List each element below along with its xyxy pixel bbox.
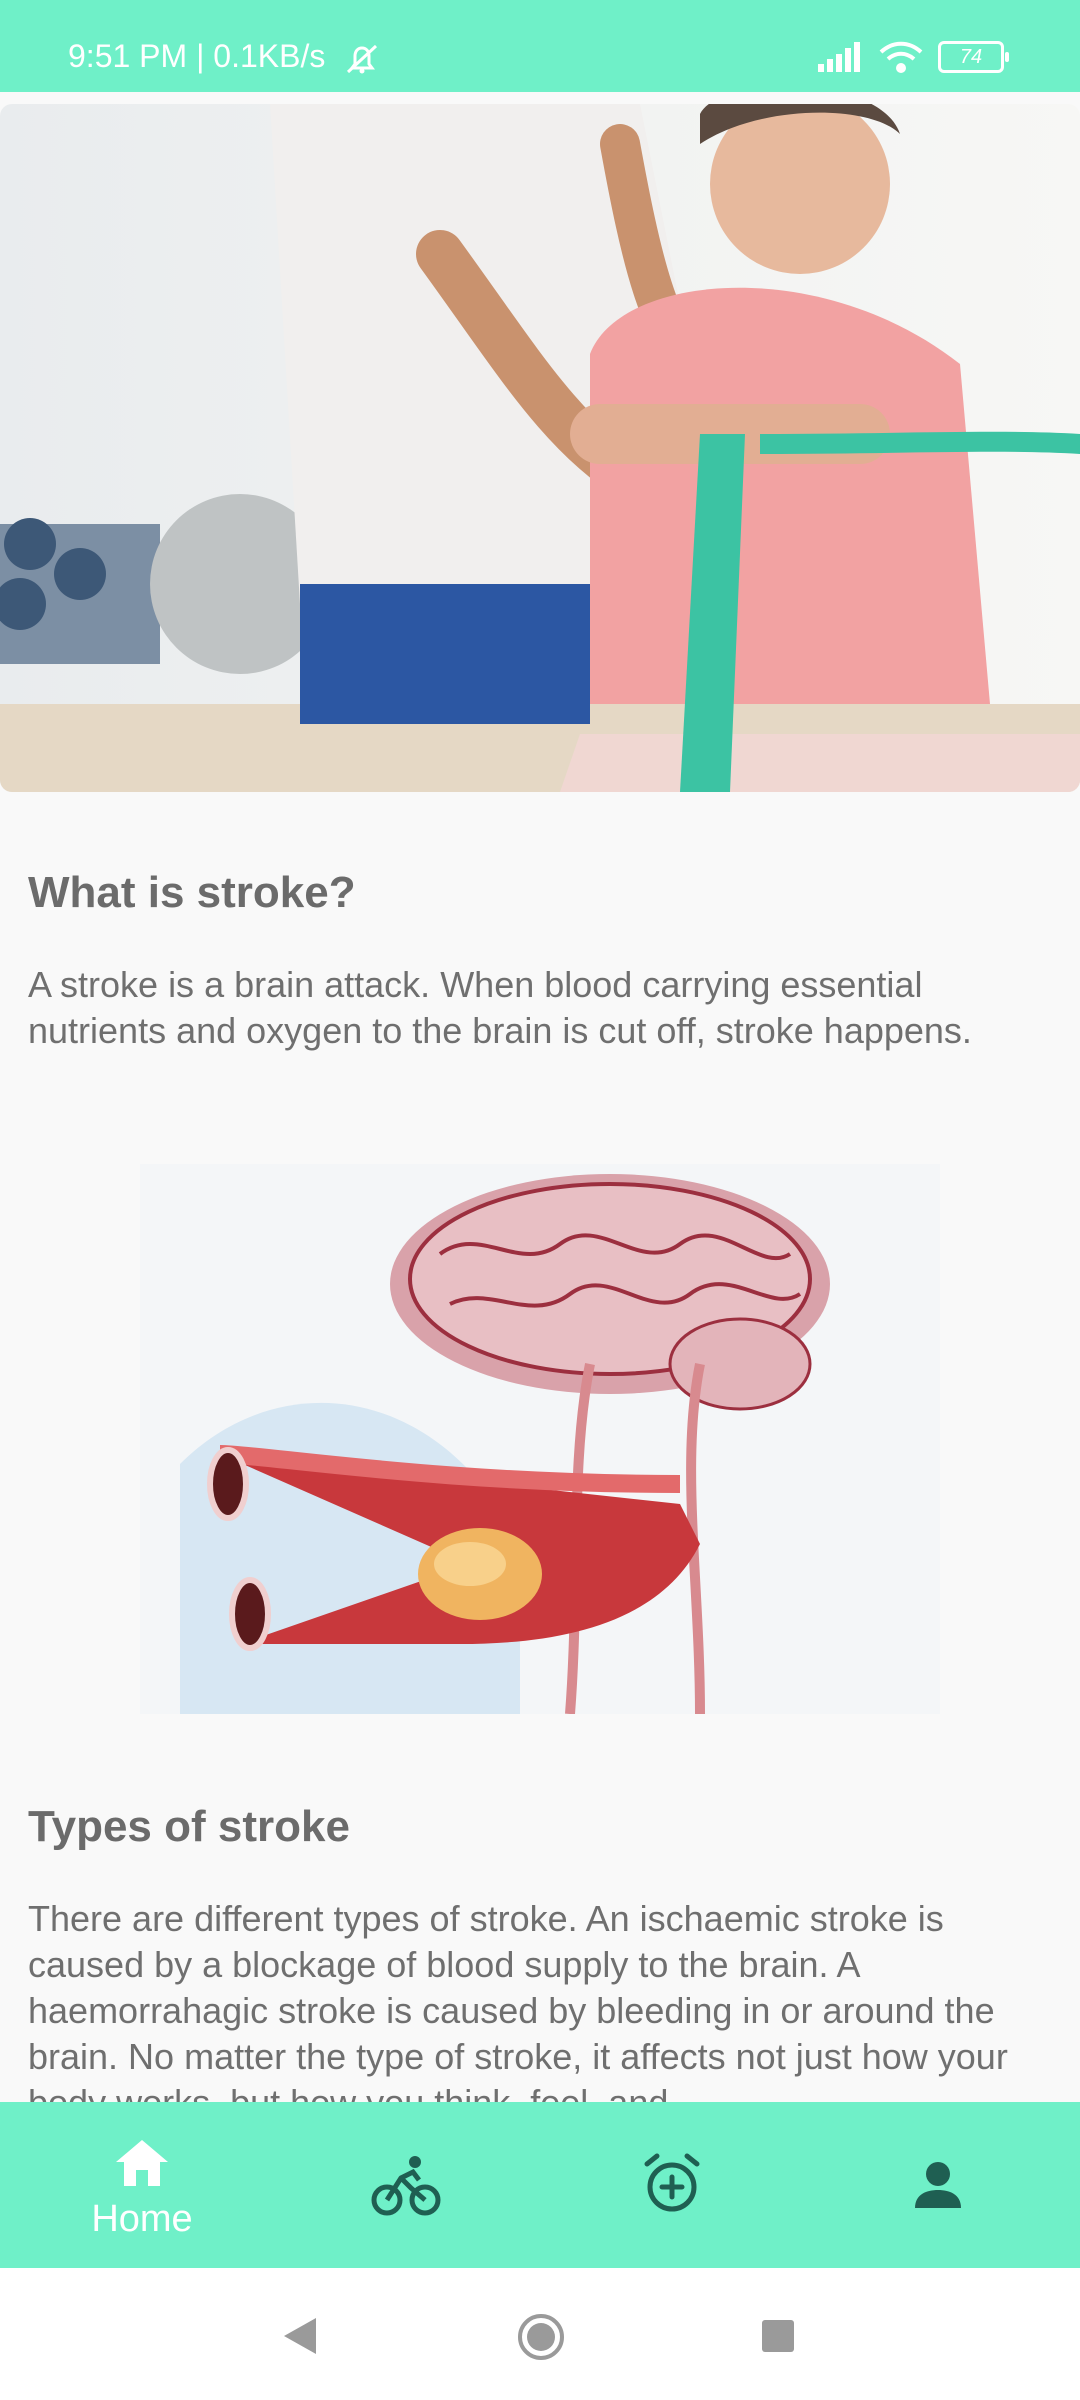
alarm-add-icon [644, 2153, 700, 2212]
status-indicators: 74 [816, 40, 1009, 74]
wifi-icon [879, 41, 923, 73]
section-text-what-is-stroke: A stroke is a brain attack. When blood c… [28, 964, 972, 1051]
stroke-illustration [140, 1164, 940, 1714]
therapy-photo [0, 104, 1080, 792]
status-time: 9:51 PM | 0.1KB/s [68, 38, 382, 76]
back-icon[interactable] [282, 2316, 318, 2356]
cycling-icon [371, 2156, 441, 2216]
home-icon [116, 2140, 168, 2186]
nav-exercise[interactable] [306, 2102, 506, 2268]
battery-icon: 74 [938, 41, 1009, 73]
nav-reminders[interactable] [572, 2102, 772, 2268]
nav-home[interactable]: Home [42, 2102, 242, 2268]
system-navigation-bar [0, 2268, 1080, 2400]
home-circle-icon[interactable] [516, 2312, 566, 2362]
section-title-what-is-stroke: What is stroke? [28, 868, 356, 917]
bottom-navigation: Home [0, 2102, 1080, 2268]
nav-profile[interactable] [838, 2102, 1038, 2268]
section-title-types-of-stroke: Types of stroke [28, 1802, 350, 1851]
recents-icon[interactable] [760, 2318, 796, 2354]
status-bar: 9:51 PM | 0.1KB/s 74 [0, 0, 1080, 92]
mute-bell-icon [347, 44, 378, 74]
status-time-text: 9:51 PM | 0.1KB/s [68, 38, 326, 74]
image-carousel[interactable] [0, 104, 1080, 792]
article-content[interactable]: What is stroke? A stroke is a brain atta… [0, 792, 1080, 2102]
person-icon [915, 2162, 961, 2208]
section-text-types-of-stroke: There are different types of stroke. An … [28, 1898, 1008, 2102]
nav-home-label: Home [91, 2198, 193, 2240]
signal-icon [818, 42, 860, 72]
battery-level: 74 [959, 46, 983, 68]
